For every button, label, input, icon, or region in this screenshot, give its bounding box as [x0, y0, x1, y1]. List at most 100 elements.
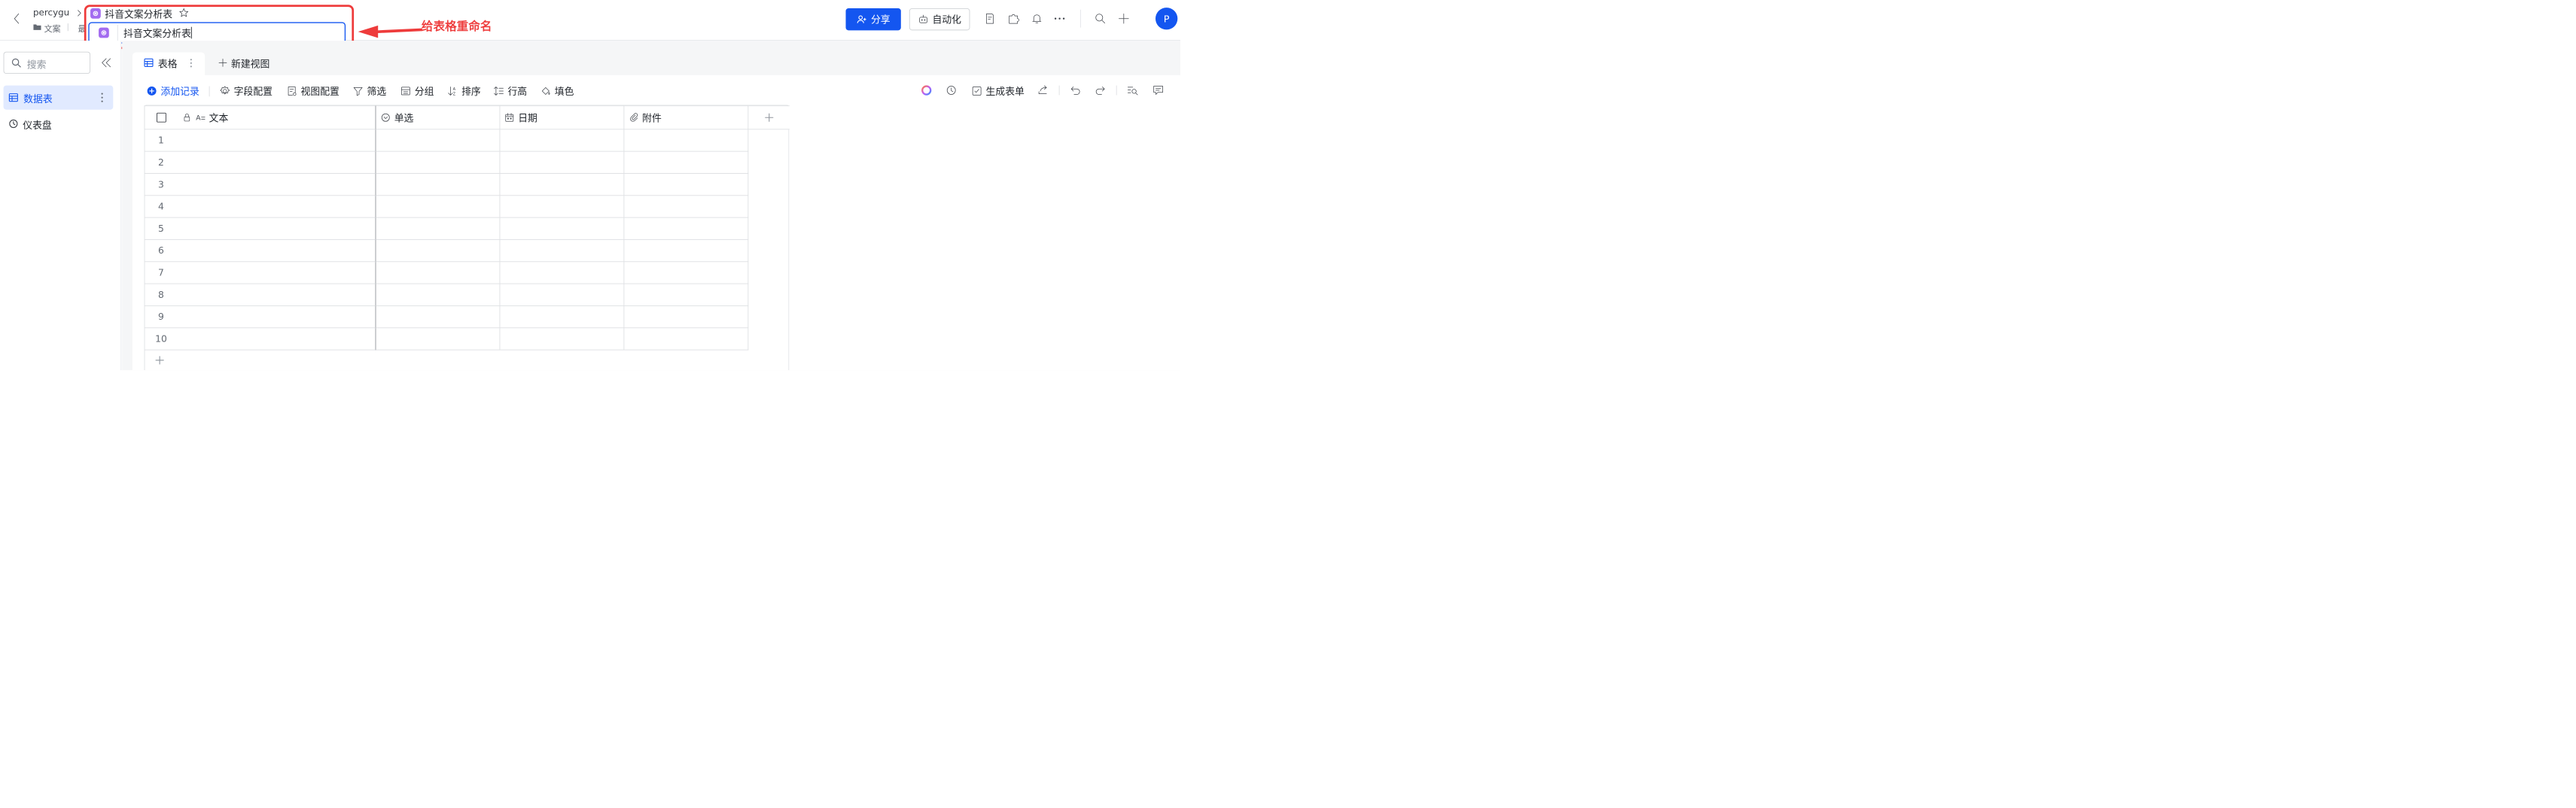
group-button[interactable]: 分组 [400, 84, 434, 98]
table-row[interactable]: 10 [144, 327, 790, 351]
table-row[interactable]: 5 [144, 217, 790, 240]
cell-single-select[interactable] [375, 217, 501, 240]
toolbar-divider [209, 86, 210, 97]
cell-date[interactable] [499, 283, 625, 306]
table-row[interactable]: 1 [144, 129, 790, 152]
select-all-checkbox[interactable] [145, 112, 178, 123]
sidebar-item-dashboard[interactable]: 仪表盘 [4, 112, 114, 135]
data-grid: A 文本 单选 日期 附件 1 2 3 4 5 6 7 8 9 10 [144, 105, 790, 351]
cell-date[interactable] [499, 129, 625, 152]
history-icon[interactable] [945, 84, 957, 96]
cell-date[interactable] [499, 327, 625, 351]
cell-text[interactable]: 7 [144, 261, 376, 284]
cell-single-select[interactable] [375, 129, 501, 152]
cell-text[interactable]: 3 [144, 173, 376, 196]
cell-text[interactable]: 2 [144, 150, 376, 174]
field-config-button[interactable]: 字段配置 [219, 84, 273, 98]
plugin-icon[interactable] [1007, 12, 1019, 24]
comment-icon[interactable] [1152, 84, 1164, 96]
automation-button[interactable]: 自动化 [909, 8, 970, 31]
add-record-button[interactable]: 添加记录 [146, 84, 199, 98]
cell-date[interactable] [499, 261, 625, 284]
cell-date[interactable] [499, 150, 625, 174]
cell-attachment[interactable] [623, 217, 749, 240]
table-row[interactable]: 3 [144, 173, 790, 196]
toolbar-divider [1116, 85, 1117, 96]
cell-single-select[interactable] [375, 195, 501, 218]
cell-text[interactable]: 4 [144, 195, 376, 218]
cell-text[interactable]: 9 [144, 305, 376, 329]
cell-date[interactable] [499, 305, 625, 329]
cell-text[interactable]: 1 [144, 129, 376, 152]
search-records-icon[interactable] [1126, 84, 1138, 96]
avatar[interactable]: P [1155, 8, 1178, 30]
cell-attachment[interactable] [623, 305, 749, 329]
cell-text[interactable]: 8 [144, 283, 376, 306]
tab-more-icon[interactable] [189, 58, 193, 68]
column-label: 附件 [642, 112, 662, 124]
cell-attachment[interactable] [623, 327, 749, 351]
search-icon[interactable] [1094, 12, 1106, 24]
fill-color-button[interactable]: 填色 [540, 84, 574, 98]
sidebar-item-datatable[interactable]: 数据表 [3, 85, 114, 110]
cell-attachment[interactable] [623, 238, 749, 263]
undo-icon[interactable] [1069, 84, 1081, 96]
cell-attachment[interactable] [623, 195, 749, 218]
cell-single-select[interactable] [375, 261, 501, 284]
cell-single-select[interactable] [375, 150, 501, 174]
table-row[interactable]: 9 [144, 305, 790, 329]
breadcrumb-user[interactable]: percygu [33, 8, 69, 18]
cell-date[interactable] [499, 238, 625, 263]
cell-attachment[interactable] [623, 261, 749, 284]
add-column-button[interactable] [748, 105, 790, 130]
bell-icon[interactable] [1031, 12, 1043, 24]
view-config-button[interactable]: 视图配置 [286, 84, 340, 98]
cell-date[interactable] [499, 195, 625, 218]
more-icon[interactable] [1053, 12, 1065, 24]
cell-text[interactable]: 10 [144, 327, 376, 351]
column-header-date[interactable]: 日期 [499, 105, 625, 130]
cell-attachment[interactable] [623, 150, 749, 174]
more-vertical-icon[interactable] [99, 92, 105, 104]
column-header-text[interactable]: A 文本 [144, 105, 376, 130]
table-row[interactable]: 2 [144, 150, 790, 174]
cell-text[interactable]: 5 [144, 217, 376, 240]
plus-icon[interactable] [1118, 12, 1130, 24]
cell-single-select[interactable] [375, 283, 501, 306]
search-field[interactable]: 搜索 [3, 51, 91, 74]
doc-info-icon[interactable] [984, 12, 996, 24]
plus-icon [748, 112, 790, 123]
row-height-button[interactable]: 行高 [493, 84, 527, 98]
collapse-sidebar-icon[interactable] [100, 57, 112, 68]
share-button[interactable]: 分享 [845, 8, 901, 31]
redo-icon[interactable] [1094, 84, 1106, 96]
table-row[interactable]: 7 [144, 261, 790, 284]
table-row[interactable]: 4 [144, 195, 790, 218]
cell-date[interactable] [499, 173, 625, 196]
row-number: 4 [158, 201, 164, 212]
cell-text[interactable]: 6 [144, 238, 376, 263]
sort-button[interactable]: AZ 排序 [447, 84, 481, 98]
cell-attachment[interactable] [623, 283, 749, 306]
table-row[interactable]: 8 [144, 283, 790, 306]
new-view-button[interactable]: 新建视图 [231, 56, 269, 70]
cell-date[interactable] [499, 217, 625, 240]
breadcrumb-folder[interactable]: 文案 [44, 22, 61, 34]
column-header-attachment[interactable]: 附件 [623, 105, 749, 130]
ai-assistant-icon[interactable] [920, 84, 932, 96]
column-header-single-select[interactable]: 单选 [375, 105, 501, 130]
generate-form-button[interactable]: 生成表单 [971, 84, 1025, 98]
cell-single-select[interactable] [375, 327, 501, 351]
user-add-icon [857, 15, 866, 23]
tab-grid-view[interactable]: 表格 [158, 56, 178, 70]
back-icon[interactable] [12, 12, 23, 26]
table-row[interactable]: 6 [144, 238, 790, 263]
share-view-icon[interactable] [1037, 84, 1049, 96]
filter-button[interactable]: 筛选 [352, 84, 386, 98]
cell-single-select[interactable] [375, 238, 501, 263]
cell-attachment[interactable] [623, 129, 749, 152]
cell-attachment[interactable] [623, 173, 749, 196]
cell-single-select[interactable] [375, 173, 501, 196]
cell-single-select[interactable] [375, 305, 501, 329]
add-row-icon[interactable] [154, 355, 165, 366]
